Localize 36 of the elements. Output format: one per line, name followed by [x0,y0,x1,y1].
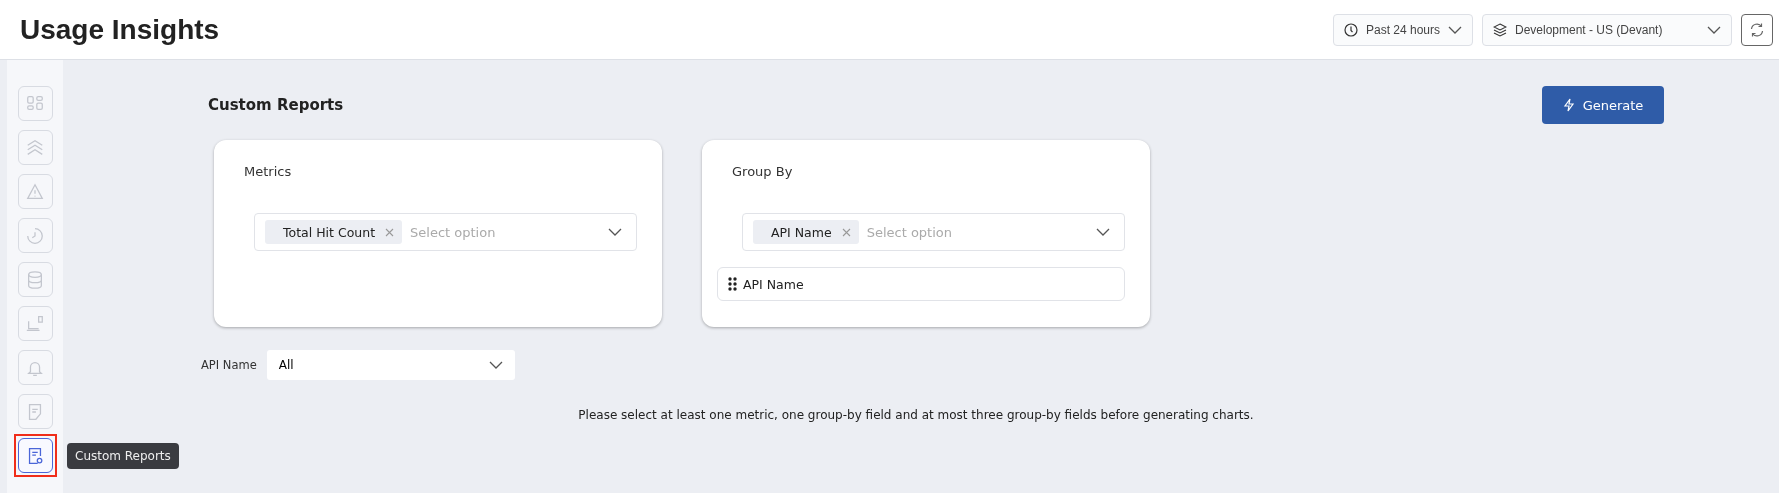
layers-icon [25,137,45,158]
refresh-icon [1749,21,1765,38]
page-title: Usage Insights [20,13,221,46]
layers-icon [1493,22,1507,37]
database-icon [25,269,45,290]
chevron-down-icon [1096,228,1110,236]
card-label: Metrics [244,164,293,179]
environment-dropdown[interactable]: Development - US (Devant) [1482,13,1732,46]
selected-chip: API Name [753,220,859,244]
selected-chip: Total Hit Count [265,220,403,244]
multi-select-field[interactable]: API Name Select option [742,213,1125,251]
tooltip: Custom Reports [67,443,179,469]
draggable-row[interactable]: API Name [717,267,1125,301]
placeholder-text: Select option [866,224,953,240]
time-range-dropdown[interactable]: Past 24 hours [1332,13,1473,46]
chevron-down-icon [1707,25,1721,34]
close-icon[interactable] [841,227,851,237]
multi-select-field[interactable]: Total Hit Count Select option [254,213,637,251]
chevron-down-icon [488,361,503,369]
api-name-dropdown[interactable]: All [266,350,515,380]
info-message: Please select at least one metric, one group-by field and at most three group-by fields before generating charts. [577,408,1255,422]
filter-label: API Name [201,358,257,372]
close-icon[interactable] [385,227,395,237]
placeholder-text: Select option [410,224,497,240]
chevron-down-icon [608,228,622,236]
refresh-button[interactable] [1741,13,1773,46]
section-title: Custom Reports [208,96,344,114]
chevron-down-icon [1448,25,1462,34]
clock-icon [1343,22,1358,37]
clock-icon [25,225,45,246]
card-label: Group By [732,164,794,179]
drag-handle-icon [728,277,737,291]
laptop-icon [25,313,45,334]
generate-button[interactable]: Generate [1542,86,1664,124]
warning-icon [25,181,45,202]
lightning-icon [1562,98,1575,112]
